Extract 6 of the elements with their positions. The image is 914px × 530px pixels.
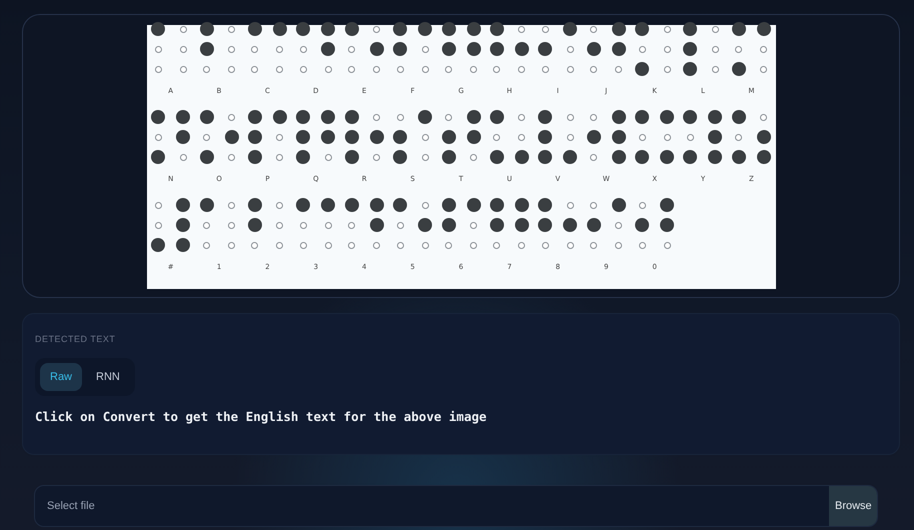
mode-tab[interactable]: RNN (86, 363, 130, 391)
mode-tab[interactable]: Raw (40, 363, 82, 391)
panel-heading: DETECTED TEXT (35, 334, 116, 344)
file-field[interactable]: Select file Browse (34, 485, 878, 527)
detected-text: Click on Convert to get the English text for the above image (35, 409, 488, 424)
browse-button[interactable]: Browse (829, 486, 877, 526)
